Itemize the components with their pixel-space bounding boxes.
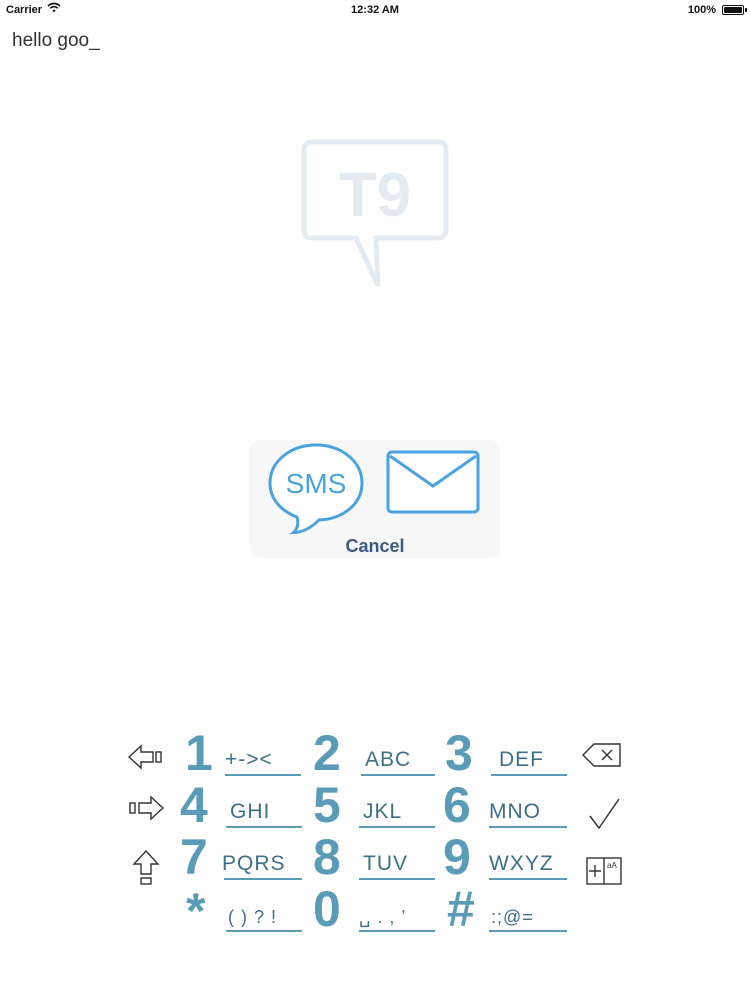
key-digit: 2 [313,725,341,781]
t9-logo: T9 [301,139,449,288]
key-0[interactable]: 0 ␣ . , ’ [313,884,435,940]
key-letters: :;@= [491,907,534,927]
battery-percent: 100% [687,4,716,16]
status-bar: Carrier 12:32 AM 100% [0,0,750,22]
shift-key[interactable] [124,846,168,890]
key-digit: 8 [313,829,341,885]
key-digit: 0 [313,881,341,937]
cursor-right-icon [129,795,165,821]
key-underline [224,878,302,880]
key-digit: 7 [180,829,208,885]
key-letters: WXYZ [489,852,554,875]
key-underline [489,930,567,932]
clock: 12:32 AM [351,4,399,16]
key-7[interactable]: 7 PQRS [180,832,304,888]
cursor-left-icon [127,744,162,770]
key-letters: ( ) ? ! [228,907,278,927]
key-letters: MNO [489,800,541,823]
key-letters: JKL [363,800,403,823]
add-word-key[interactable]: aA [582,848,626,892]
key-underline [359,826,435,828]
key-underline [225,774,301,776]
key-letters: TUV [363,852,408,875]
share-sheet: SMS Cancel [250,440,500,558]
text-field[interactable]: hello goo_ [12,30,100,52]
key-underline [489,826,567,828]
key-letters: +->< [225,748,273,771]
cursor-left-key[interactable] [124,735,168,779]
sms-button[interactable]: SMS [267,442,365,534]
cursor-right-key[interactable] [124,786,168,830]
key-underline [489,878,567,880]
key-digit: 5 [313,777,341,833]
key-letters: GHI [230,800,271,823]
battery-icon [722,5,747,15]
key-digit: 6 [443,777,471,833]
key-letters: ␣ . , ’ [359,907,407,927]
key-digit: # [447,881,475,937]
logo-text: T9 [339,161,411,230]
backspace-icon [582,743,621,767]
key-underline [226,826,302,828]
key-underline [491,774,567,776]
key-underline [359,878,435,880]
key-letters: DEF [499,748,544,771]
done-key[interactable] [582,792,626,836]
svg-text:aA: aA [607,861,617,870]
add-word-icon: aA [586,857,622,885]
key-underline [359,930,435,932]
key-digit: * [186,883,206,939]
mail-button[interactable] [386,450,480,514]
checkmark-icon [589,798,620,830]
key-digit: 9 [443,829,471,885]
key-digit: 3 [445,725,473,781]
key-underline [226,930,302,932]
key-hash[interactable]: # :;@= [447,884,569,940]
key-digit: 1 [185,725,213,781]
key-digit: 4 [180,777,208,833]
key-underline [361,774,435,776]
sms-icon-label: SMS [286,468,347,499]
key-letters: ABC [365,748,412,771]
shift-icon [132,849,160,885]
backspace-key[interactable] [580,733,624,777]
key-star[interactable]: * ( ) ? ! [186,886,304,940]
cancel-button[interactable]: Cancel [250,536,500,557]
key-letters: PQRS [222,852,286,875]
